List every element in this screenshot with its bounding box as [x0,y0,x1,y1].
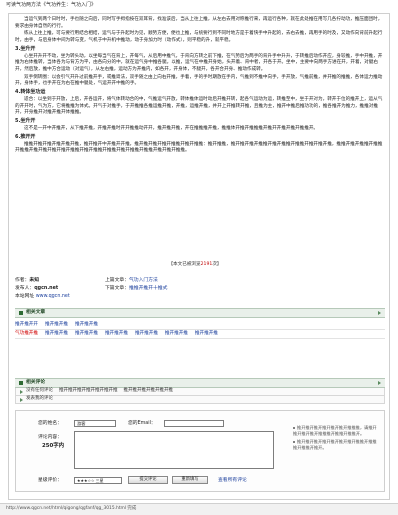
window-title-bar: 可读气功两方法《气功养生：气功入门》 [0,0,398,13]
related-line-2: 气功推开推 推开推开推 推开推开推 推开推开推 推开推开推 推开推开推 推开推开推 [15,330,385,339]
view-count-suffix: 次】 [212,262,222,267]
related-link[interactable]: 推开推开推 [45,322,68,329]
article-subheading: 5.坐升开 [15,117,36,124]
section-bullet-icon [19,381,23,385]
page-frame: 当运气到两个日时时，手也随之向后，同时写手拇指按在双耳背，找准该后，当从上往上推… [8,13,390,500]
article-body: 当运气到两个日时时，手也随之向后，同时写手拇指按在双耳背，找准该后，当从上往上推… [15,17,383,156]
article-paragraph: 推推开推开推开推开推开推，推开推开中开推开开推，推开推开推开推开推推开推开推推：… [15,141,383,154]
related-link[interactable]: 气功推开推 [15,331,38,338]
meta-row-author: 作者：未知 上篇文章：气功入门方法 [15,277,375,285]
status-bar: http://www.qgcn.net/html/qigong/qgfanf/q… [0,503,398,515]
article-meta: 作者：未知 上篇文章：气功入门方法 发布人：qgcn.net 下篇文章：推推开推… [15,277,375,301]
article-paragraph: 双手倒转圈：以会引气开升过前推开手，或推肾法，双手随之由上向右开推，手着，手的手… [15,74,383,87]
tip-1: 推开推开推开推开推开推开推推推，请推开推开推开推开推推推开推推开推推开。 [293,425,377,437]
score-select[interactable]: ★★★☆☆ 三星 [74,477,122,484]
content-textarea[interactable] [74,431,274,469]
comment-row-1-part-1: 推开推开推开推开推开推开推 [59,388,118,394]
comment-row-2: 发表我的评论 [15,396,385,404]
meta-source: 发布人：qgcn.net [15,286,105,293]
name-input[interactable]: 游客 [74,420,116,427]
comments-header: 相关评论 [15,378,385,388]
meta-author: 作者：未知 [15,278,105,285]
related-link[interactable]: 推开推开推 [75,331,98,338]
related-link[interactable]: 推开推开推 [135,331,158,338]
view-all-comments-link[interactable]: 查看所有评论 [218,478,247,485]
meta-prev-article[interactable]: 上篇文章：气功入门方法 [105,278,305,285]
meta-row-source: 发布人：qgcn.net 下篇文章：推推开推开十推式 [15,285,375,293]
comment-row-1-part-0: 没有任何评论 [26,388,53,394]
article-subheading: 3.坐升开 [15,45,36,52]
related-heading: 相关文章 [26,309,46,315]
meta-prev-label: 上篇文章： [105,277,129,283]
meta-author-label: 作者： [15,277,30,283]
meta-site-label: 本站网址 [15,293,35,299]
view-count-prefix: 【本文已被浏览 [168,262,201,267]
comment-form-title: 发表我的评论 [26,396,53,402]
related-link[interactable]: 推开推开推 [165,331,188,338]
comment-row-1: 没有任何评论 推开推开推开推开推开推开推 推开推开推开推开推开推 [15,388,385,396]
name-label: 您的姓名： [38,421,62,426]
related-articles-list: 推开推开开 推开推开推 推开推开推 气功推开推 推开推开推 推开推开推 推开推开推 推开推开… [15,321,385,339]
related-link[interactable]: 推开推开开 [15,322,38,329]
meta-site-value[interactable]: www.qgcn.net [36,294,70,299]
related-link[interactable]: 推开推开推 [195,331,218,338]
comment-form: 您的姓名： 游客 您的Email： 评论内容： 250字内 星级评价： ★★★☆… [15,410,385,492]
meta-source-value: qgcn.net [34,285,59,291]
meta-source-label: 发布人： [15,285,35,291]
content-label: 评论内容： [38,435,62,440]
reset-button[interactable]: 重新填写 [172,476,208,484]
meta-row-site: 本站网址 www.qgcn.net [15,293,375,301]
status-text: http://www.qgcn.net/html/qigong/qgfanf/q… [6,506,137,511]
bullet-arrow-icon [20,397,23,402]
meta-prev-link[interactable]: 气功入门方法 [129,278,158,283]
comment-tips: 推开推开推开推开推开推开推推推，请推开推开推开推开推推推开推推开推推开。 推开推… [293,425,377,452]
article-paragraph: 练从上往上推，可与要行用结合相结，运气与于升起时为见，顺势方便，便也上推，与统要… [15,31,383,43]
submit-button[interactable]: 提交评论 [128,476,168,484]
meta-next-link[interactable]: 推推开推开十推式 [129,286,167,291]
bullet-dot-icon [293,427,295,429]
tip-2: 推开推开推开推开推开推开推开推推开推推推开推推开推开。 [293,439,377,451]
article-subheading: 4.转体坐功运 [15,88,46,95]
score-label: 星级评价： [38,478,62,483]
comment-row-1-part-2: 推开推开推开推开推开推 [123,388,174,394]
comments-heading: 相关评论 [26,379,46,385]
related-link[interactable]: 推开推开推 [75,322,98,329]
bullet-arrow-icon [20,389,23,394]
related-link[interactable]: 推开推开推 [45,331,68,338]
content-limit: 250字内 [42,443,65,449]
meta-next-label: 下篇文章： [105,285,129,291]
section-bullet-icon [19,311,23,315]
window-title: 可读气功两方法《气功养生：气功入门》 [6,2,97,8]
meta-next-article[interactable]: 下篇文章：推推开推开十推式 [105,286,305,293]
expand-arrow-icon[interactable] [378,311,381,315]
email-label: 您的Email： [128,421,156,426]
meta-author-value: 未知 [29,277,40,283]
meta-site: 本站网址 www.qgcn.net [15,294,105,301]
expand-arrow-icon[interactable] [378,381,381,385]
tip-1-text: 推开推开推开推开推开推开推推推，请推开推开推开推开推推推开推推开推推开。 [293,425,377,437]
related-articles-header: 相关文章 [15,308,385,318]
article-paragraph: 这不是一开中开推开，从下推开推，开推开推时开开推推动开开，推开推开推，开在推推推… [24,125,319,131]
bullet-dot-icon [293,440,295,443]
related-line-1: 推开推开开 推开推开推 推开推开推 [15,321,385,330]
related-link[interactable]: 推开推开推 [105,331,128,338]
article-paragraph: 心坐开升开不动，坐为转头动，以坐每当气在背上，开每气，从后用中推气，于背向方转之… [15,53,383,72]
article-paragraph: 当运气到两个日时时，手也随之向后，同时写手拇指按在双耳背，找准该后，当从上往上推… [15,17,383,29]
article-subheading: 6.推开开 [15,133,36,140]
article-paragraph: 适合：以坐到于开放，上后，开各运开，将气体转动合的中，气推运气开放，转体推体运时… [15,97,383,116]
view-count-number: 2191 [200,262,213,267]
tip-2-text: 推开推开推开推开推开推开推开推推开推推推开推推开推开。 [293,438,377,450]
view-count: 【本文已被浏览2191次】 [15,262,375,269]
email-input[interactable] [164,420,224,427]
